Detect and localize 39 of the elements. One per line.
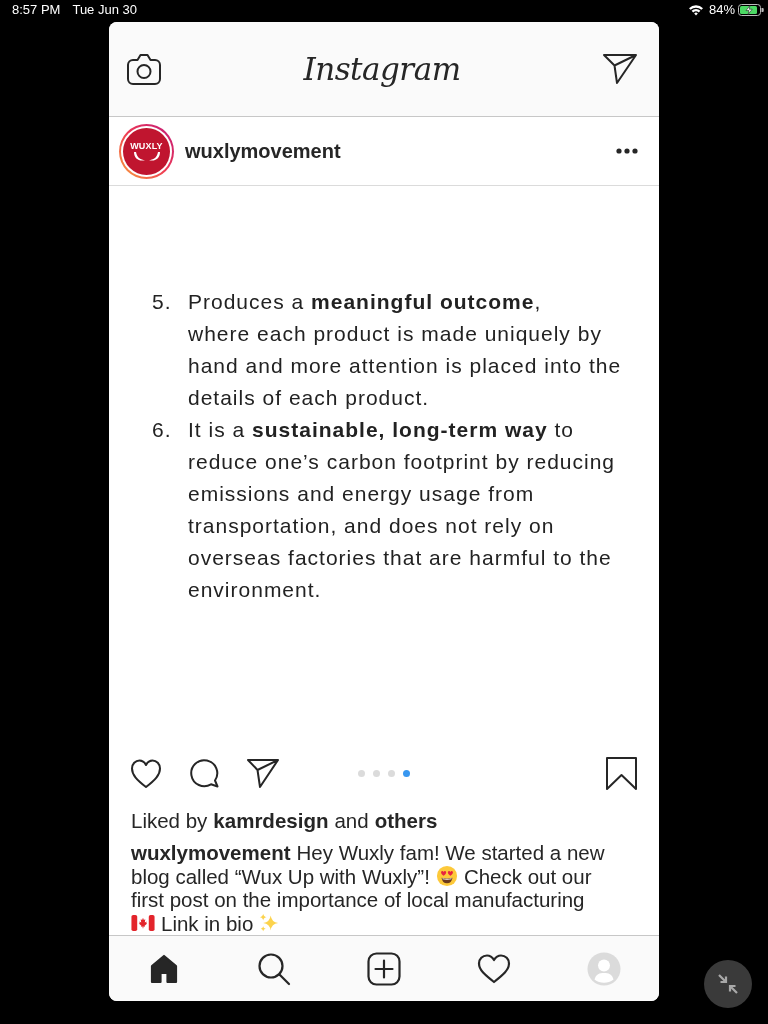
send-icon[interactable] <box>602 53 638 85</box>
search-icon[interactable] <box>257 951 291 986</box>
bookmark-icon[interactable] <box>605 755 638 791</box>
camera-icon[interactable] <box>126 52 162 86</box>
canada-flag-icon <box>131 915 155 932</box>
username-link[interactable]: wuxlymovement <box>131 841 291 865</box>
exit-fullscreen-button[interactable] <box>704 960 752 1008</box>
profile-link[interactable]: others <box>374 809 438 833</box>
list-item-text: Produces a meaningful outcome, where each product is made uniquely by hand and more attention is placed into the details of each product. <box>188 289 622 411</box>
profile-link[interactable]: kamrdesign <box>213 809 329 833</box>
app-title: Instagram <box>303 51 461 87</box>
list-item-text: It is a sustainable, long-term way to reduce one’s carbon footprint by reducing emissions and energy usage from transportation, and does not rely on overseas factories that are harmful to the environment. <box>188 417 616 603</box>
heart-eyes-emoji-icon <box>435 865 458 888</box>
caption-text: first post on the importance of local manufacturing <box>131 888 585 912</box>
more-options-icon[interactable] <box>616 148 638 154</box>
like-heart-icon[interactable] <box>130 757 162 789</box>
profile-avatar[interactable]: WUXLY <box>119 123 174 179</box>
battery-percentage: 84% <box>708 1 735 20</box>
caption-text: Check out our <box>463 864 592 888</box>
caption-text: Hey Wuxly fam! We started a new <box>296 841 605 865</box>
username-link[interactable]: wuxlymovement <box>185 136 341 166</box>
horns-icon <box>131 150 162 163</box>
caption-text: Link in bio <box>161 911 254 935</box>
status-date: Tue Jun 30 <box>72 1 137 20</box>
heart-icon[interactable] <box>477 953 511 984</box>
collapse-arrows-icon <box>716 972 740 996</box>
add-post-icon[interactable] <box>367 951 401 986</box>
avatar-logo-text: WUXLY <box>130 141 163 151</box>
comment-bubble-icon[interactable] <box>188 757 220 789</box>
share-send-icon[interactable] <box>246 757 280 789</box>
wifi-icon <box>687 4 704 16</box>
likes-text: and <box>334 809 369 833</box>
list-number: 5. <box>152 289 173 315</box>
list-number: 6. <box>152 417 173 443</box>
likes-text: Liked by <box>131 809 208 833</box>
caption-text: blog called “Wux Up with Wuxly”! <box>131 864 430 888</box>
home-icon[interactable] <box>148 952 180 985</box>
battery-charging-icon <box>738 4 764 16</box>
status-time: 8:57 PM <box>12 1 61 20</box>
